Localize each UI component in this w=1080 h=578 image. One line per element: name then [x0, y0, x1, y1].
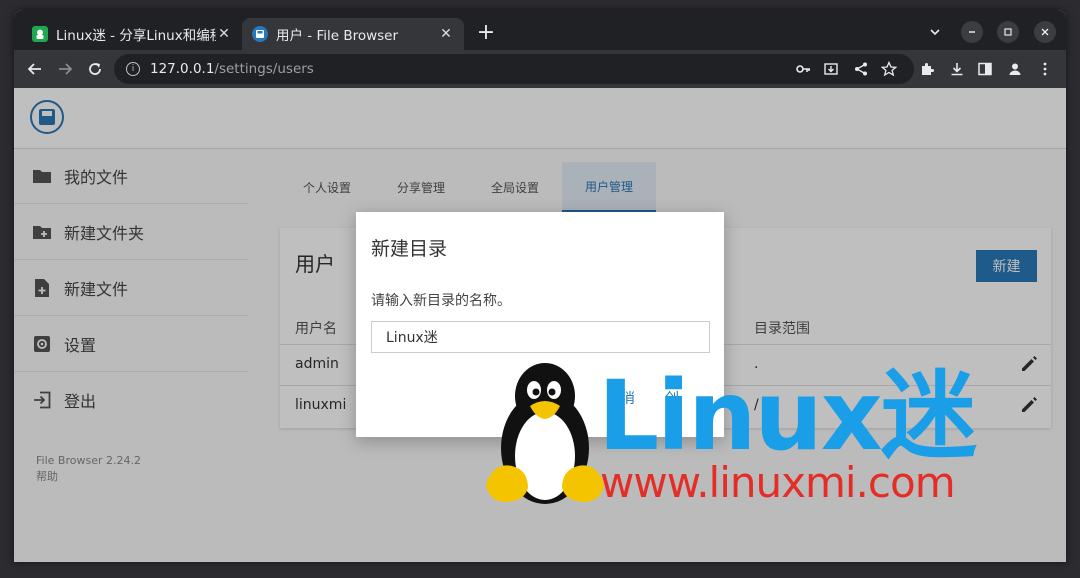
tab-close-icon[interactable]: ✕	[216, 26, 232, 42]
directory-name-input[interactable]	[371, 321, 710, 353]
linuxmi-favicon-icon	[32, 26, 48, 42]
browser-window: Linux迷 - 分享Linux和编程 ✕ 用户 - File Browser …	[14, 10, 1066, 562]
profile-avatar-icon[interactable]	[1006, 60, 1024, 78]
password-key-icon[interactable]	[794, 60, 812, 78]
minimize-button[interactable]	[961, 21, 983, 43]
cancel-button[interactable]: 消	[621, 388, 635, 408]
tab-file-browser[interactable]: 用户 - File Browser ✕	[242, 18, 464, 50]
dialog-title: 新建目录	[371, 238, 448, 260]
new-directory-dialog: 新建目录 请输入新目录的名称。 消 创	[356, 212, 724, 437]
create-button[interactable]: 创	[665, 388, 679, 408]
side-panel-icon[interactable]	[976, 60, 994, 78]
close-window-button[interactable]	[1034, 21, 1056, 43]
url-path: /settings/users	[214, 61, 314, 77]
browser-menu-icon[interactable]	[1036, 60, 1054, 78]
extensions-puzzle-icon[interactable]	[918, 60, 936, 78]
reload-button[interactable]	[84, 58, 106, 80]
bookmark-star-icon[interactable]	[880, 60, 898, 78]
share-icon[interactable]	[852, 60, 870, 78]
downloads-icon[interactable]	[948, 60, 966, 78]
file-browser-page: 我的文件 新建文件夹 新建文件 设置 登出 File Browser 2.24.…	[14, 88, 1066, 562]
tab-close-icon[interactable]: ✕	[438, 26, 454, 42]
url-text: 127.0.0.1/settings/users	[150, 61, 314, 77]
tab-linuxmi[interactable]: Linux迷 - 分享Linux和编程 ✕	[22, 18, 242, 50]
back-button[interactable]	[24, 58, 46, 80]
tab-title: 用户 - File Browser	[276, 28, 399, 44]
tab-title: Linux迷 - 分享Linux和编程	[56, 28, 216, 44]
maximize-button[interactable]	[997, 21, 1019, 43]
new-tab-button[interactable]: +	[474, 22, 498, 46]
dialog-message: 请输入新目录的名称。	[371, 293, 511, 309]
url-host: 127.0.0.1	[150, 61, 215, 77]
install-app-icon[interactable]	[822, 60, 840, 78]
tab-search-dropdown-icon[interactable]	[924, 21, 946, 43]
tab-strip: Linux迷 - 分享Linux和编程 ✕ 用户 - File Browser …	[14, 10, 1066, 50]
forward-button[interactable]	[54, 58, 76, 80]
filebrowser-favicon-icon	[252, 26, 268, 42]
site-info-icon[interactable]: i	[126, 62, 140, 76]
browser-toolbar: i 127.0.0.1/settings/users	[14, 50, 1066, 88]
